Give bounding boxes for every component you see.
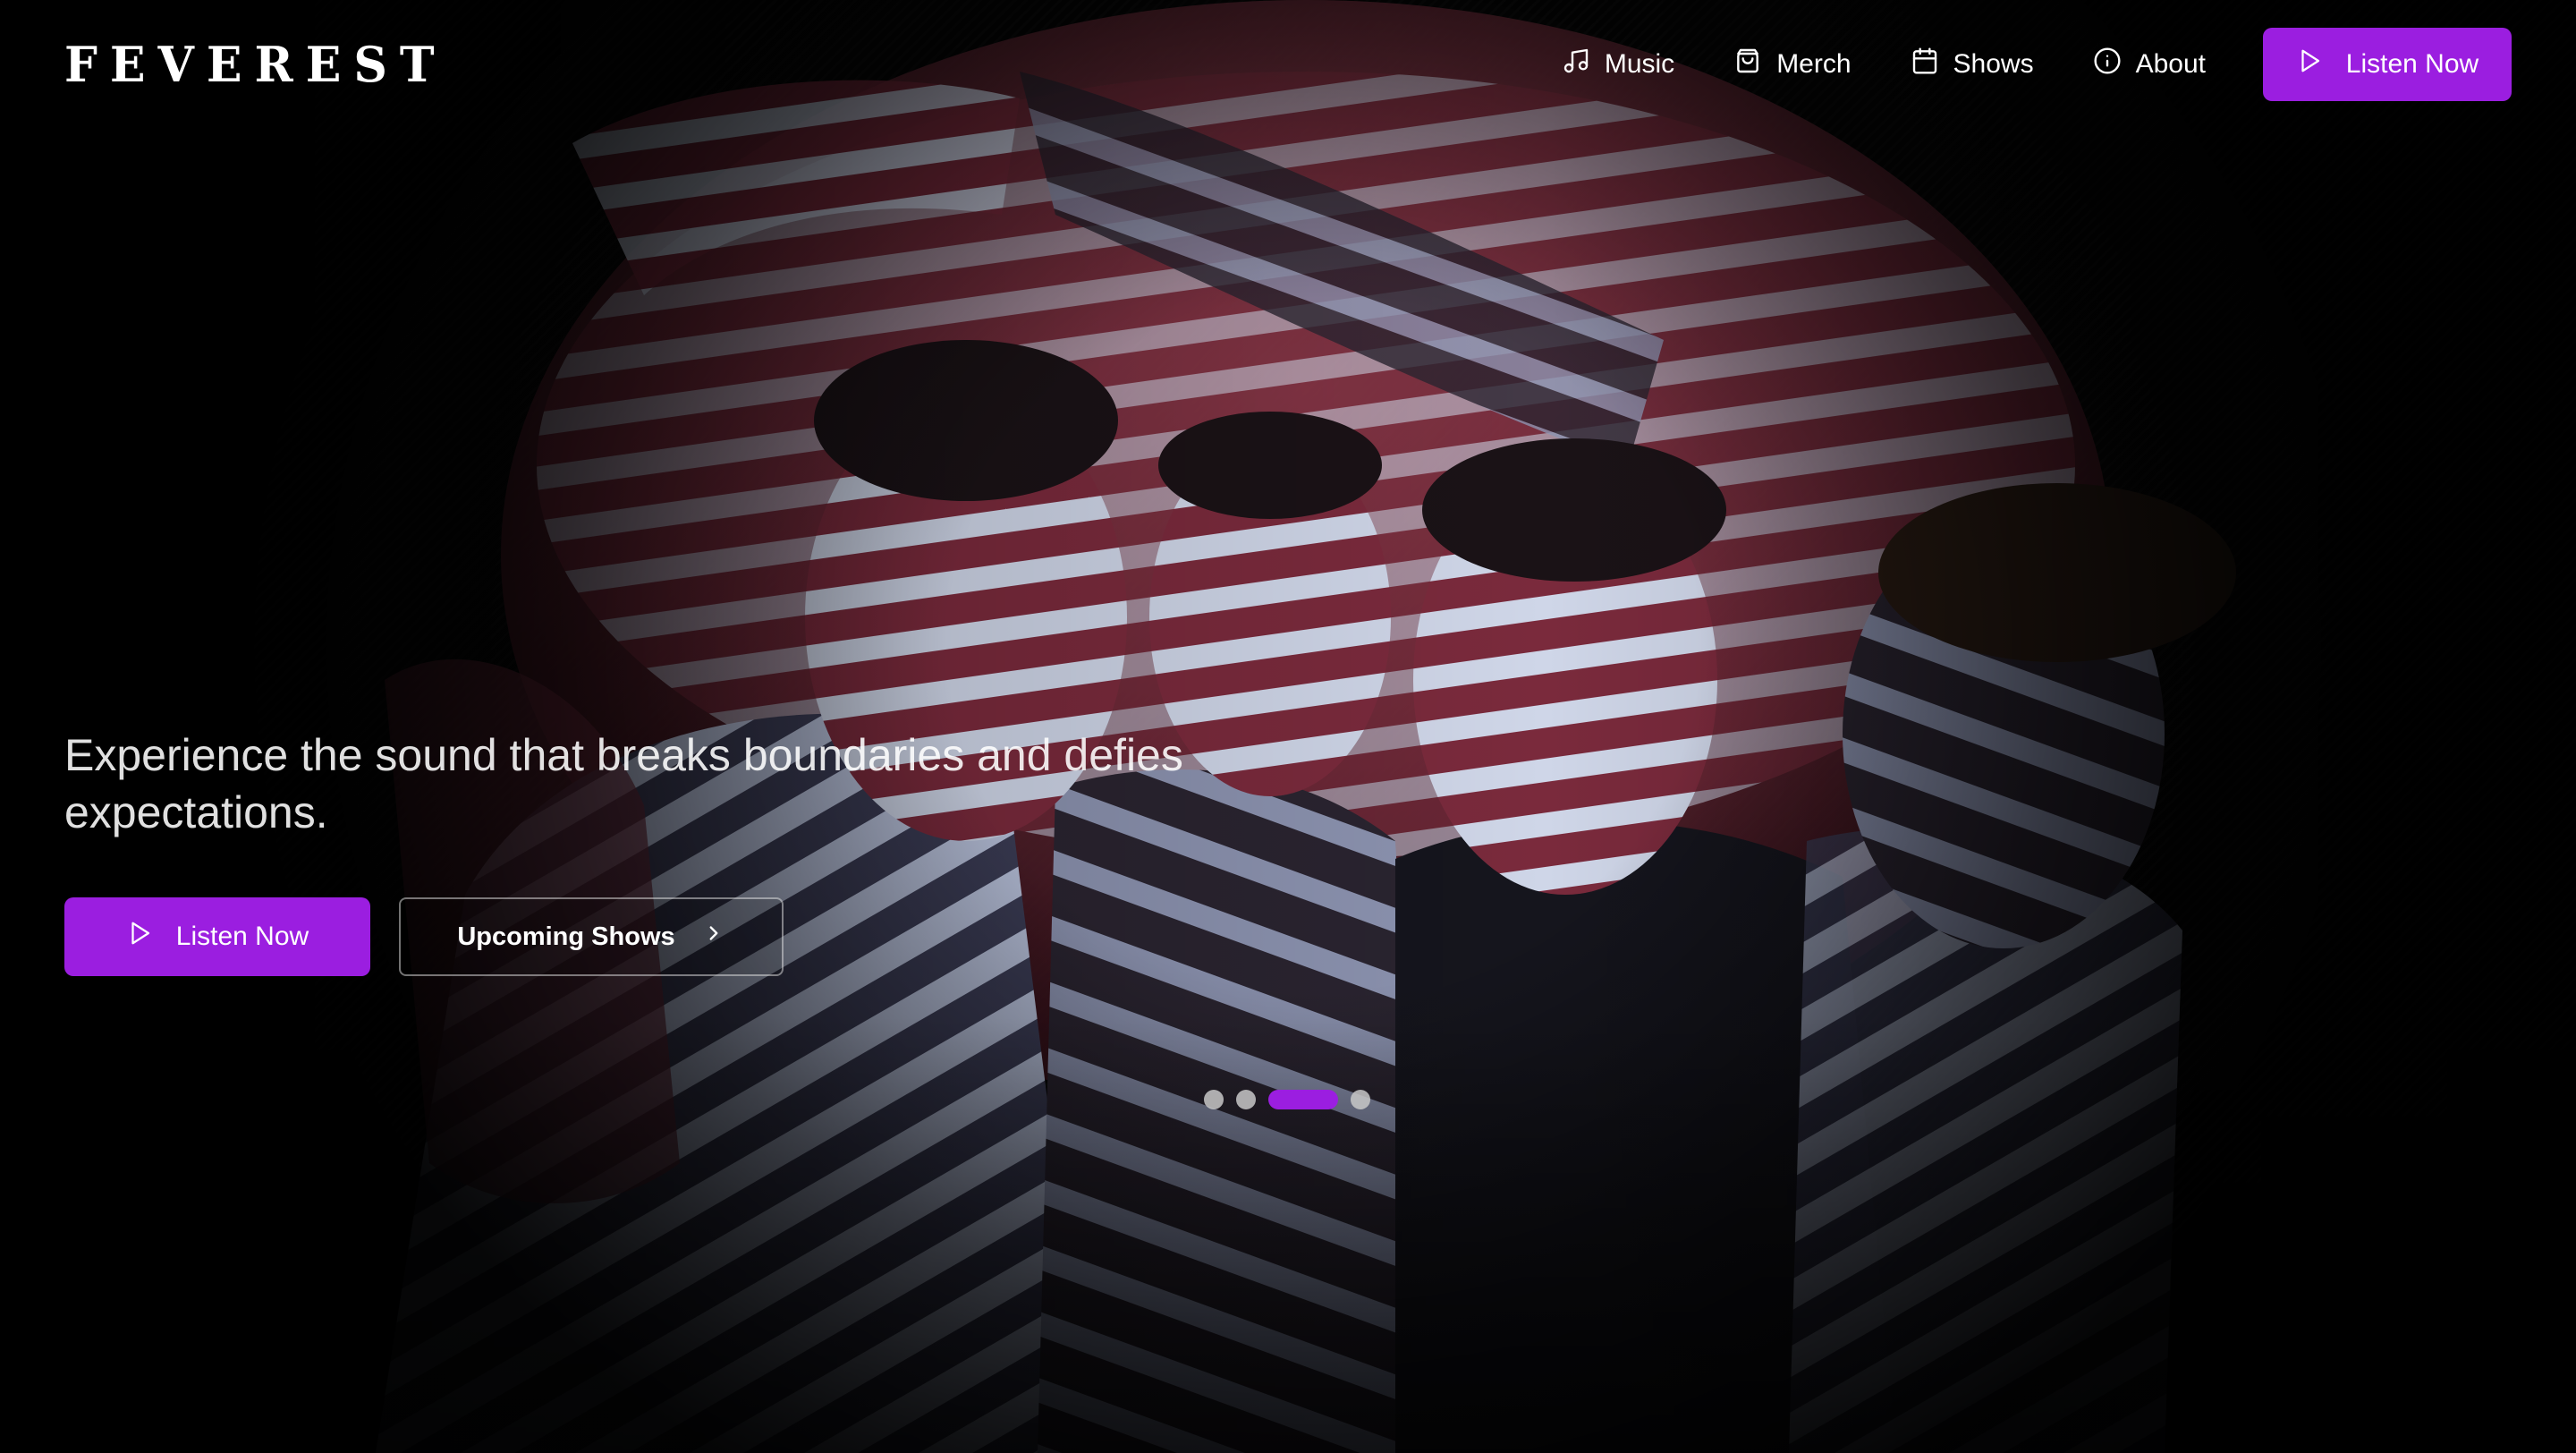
info-icon <box>2093 47 2122 82</box>
nav-item-label: Music <box>1604 49 1675 79</box>
carousel-dot-2[interactable] <box>1236 1090 1256 1109</box>
upcoming-shows-button[interactable]: Upcoming Shows <box>399 897 784 976</box>
carousel-indicators <box>1204 1090 1370 1109</box>
listen-now-label: Listen Now <box>175 922 309 951</box>
header-listen-now-button[interactable]: Listen Now <box>2263 28 2512 101</box>
nav-item-shows[interactable]: Shows <box>1911 47 2034 82</box>
play-icon <box>2296 47 2323 81</box>
play-icon <box>126 920 153 954</box>
calendar-icon <box>1911 47 1939 82</box>
nav-item-label: Merch <box>1776 49 1852 79</box>
nav-item-merch[interactable]: Merch <box>1733 47 1852 82</box>
hero-cta-row: Listen Now Upcoming Shows <box>64 897 784 976</box>
nav-item-music[interactable]: Music <box>1562 47 1674 82</box>
chevron-right-icon <box>702 922 725 952</box>
shopping-bag-icon <box>1733 47 1762 82</box>
nav-item-label: Shows <box>1953 49 2034 79</box>
hero-tagline: Experience the sound that breaks boundar… <box>64 730 1183 837</box>
hero-listen-now-button[interactable]: Listen Now <box>64 897 370 976</box>
carousel-dot-3-active[interactable] <box>1268 1090 1338 1109</box>
music-note-icon <box>1562 47 1590 82</box>
nav-item-about[interactable]: About <box>2093 47 2206 82</box>
carousel-dot-4[interactable] <box>1351 1090 1370 1109</box>
band-logo[interactable]: FEVEREST <box>64 36 447 93</box>
listen-now-label: Listen Now <box>2345 49 2479 79</box>
page: FEVEREST Music Merch Shows About Listen … <box>0 0 2576 1453</box>
main-nav: Music Merch Shows About Listen Now <box>1562 28 2512 101</box>
carousel-dot-1[interactable] <box>1204 1090 1224 1109</box>
upcoming-shows-label: Upcoming Shows <box>457 922 675 951</box>
site-header: FEVEREST Music Merch Shows About Listen … <box>0 0 2576 129</box>
nav-item-label: About <box>2135 49 2206 79</box>
